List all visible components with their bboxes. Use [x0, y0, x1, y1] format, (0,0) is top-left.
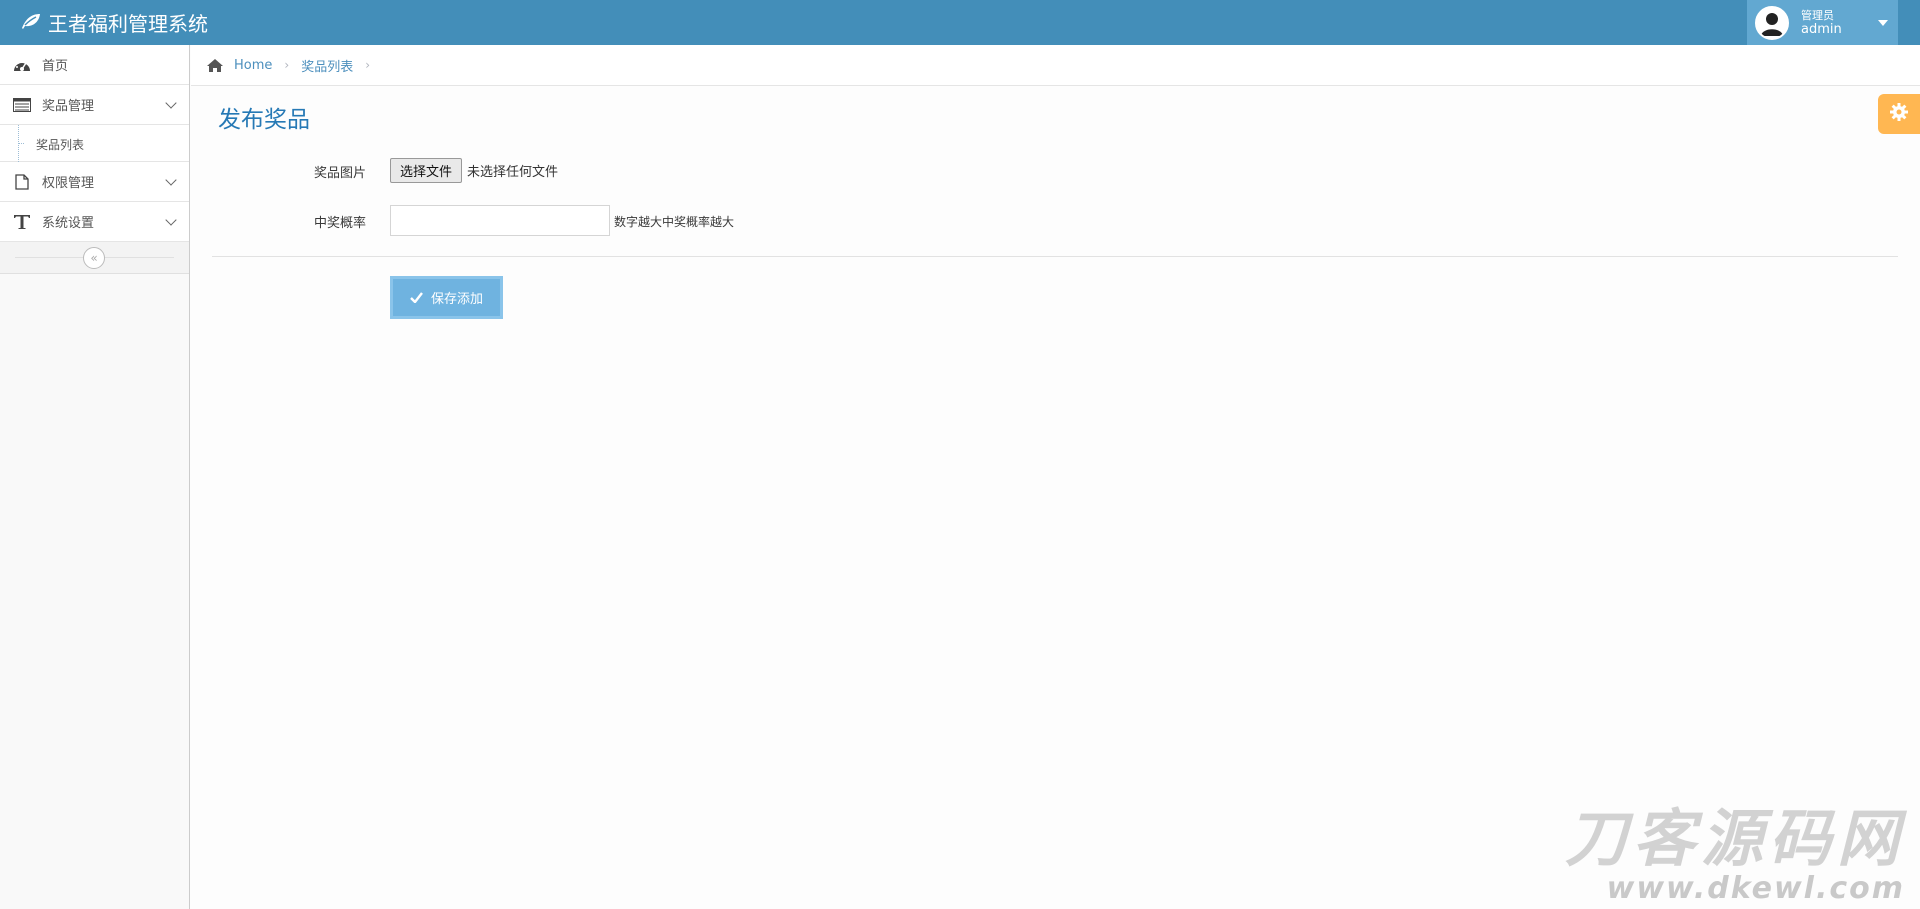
watermark-url: www.dkewl.com	[1606, 871, 1905, 906]
file-status: 未选择任何文件	[467, 165, 559, 180]
dashboard-icon	[12, 56, 32, 74]
win-probability-label: 中奖概率	[314, 216, 367, 231]
sidebar-item-label: 奖品管理	[42, 99, 95, 114]
sidebar-item-label: 权限管理	[42, 176, 95, 191]
sidebar-item-permissions[interactable]: 权限管理	[0, 162, 189, 202]
chevron-right-icon: ›	[365, 58, 371, 72]
page-title: 发布奖品	[218, 107, 310, 133]
chevron-right-icon: ›	[284, 58, 290, 72]
leaf-icon	[20, 11, 48, 35]
choose-file-button[interactable]: 选择文件	[390, 158, 462, 183]
user-role: 管理员	[1801, 8, 1834, 22]
breadcrumb-current-link[interactable]: 奖品列表	[301, 56, 353, 75]
prize-image-label: 奖品图片	[314, 166, 367, 181]
save-add-button[interactable]: 保存添加	[390, 276, 503, 319]
sidebar: 首页 奖品管理 奖品列表 权限管理 系统设置 «	[0, 45, 190, 909]
sidebar-item-settings[interactable]: 系统设置	[0, 202, 189, 242]
app-title: 王者福利管理系统	[48, 12, 208, 36]
sidebar-subitem-prize-list[interactable]: 奖品列表	[36, 136, 84, 153]
win-probability-input[interactable]	[390, 205, 610, 236]
save-add-label: 保存添加	[430, 292, 483, 307]
form-divider	[212, 256, 1898, 257]
sidebar-collapse-bar: «	[0, 242, 189, 274]
chevron-down-icon	[165, 214, 177, 226]
sidebar-item-prizes[interactable]: 奖品管理	[0, 85, 189, 125]
settings-toggle[interactable]	[1878, 94, 1920, 134]
file-icon	[12, 173, 32, 191]
breadcrumb-home-link[interactable]: Home	[234, 58, 272, 73]
win-probability-help: 数字越大中奖概率越大	[614, 215, 735, 229]
brand[interactable]: 王者福利管理系统	[20, 0, 208, 45]
watermark: 刀客源码网 www.dkewl.com	[1535, 806, 1905, 906]
breadcrumb: Home › 奖品列表 ›	[191, 45, 1920, 86]
sidebar-item-label: 系统设置	[42, 216, 95, 231]
collapse-sidebar-button[interactable]: «	[83, 247, 105, 269]
avatar	[1755, 5, 1789, 40]
chevron-down-icon	[165, 97, 177, 109]
sidebar-item-home[interactable]: 首页	[0, 45, 189, 85]
sidebar-item-label: 首页	[42, 59, 69, 74]
caret-down-icon[interactable]	[1878, 20, 1888, 26]
user-name: admin	[1801, 21, 1842, 37]
chevron-down-icon	[165, 174, 177, 186]
home-icon	[206, 58, 224, 73]
submenu-prizes: 奖品列表	[0, 125, 189, 162]
text-icon	[12, 213, 32, 231]
watermark-cn: 刀客源码网	[1564, 802, 1905, 875]
gear-icon	[1889, 102, 1909, 126]
check-icon	[410, 292, 423, 303]
user-menu[interactable]: 管理员 admin	[1747, 0, 1898, 45]
top-navbar: 王者福利管理系统 管理员 admin	[0, 0, 1920, 45]
list-icon	[12, 96, 32, 114]
